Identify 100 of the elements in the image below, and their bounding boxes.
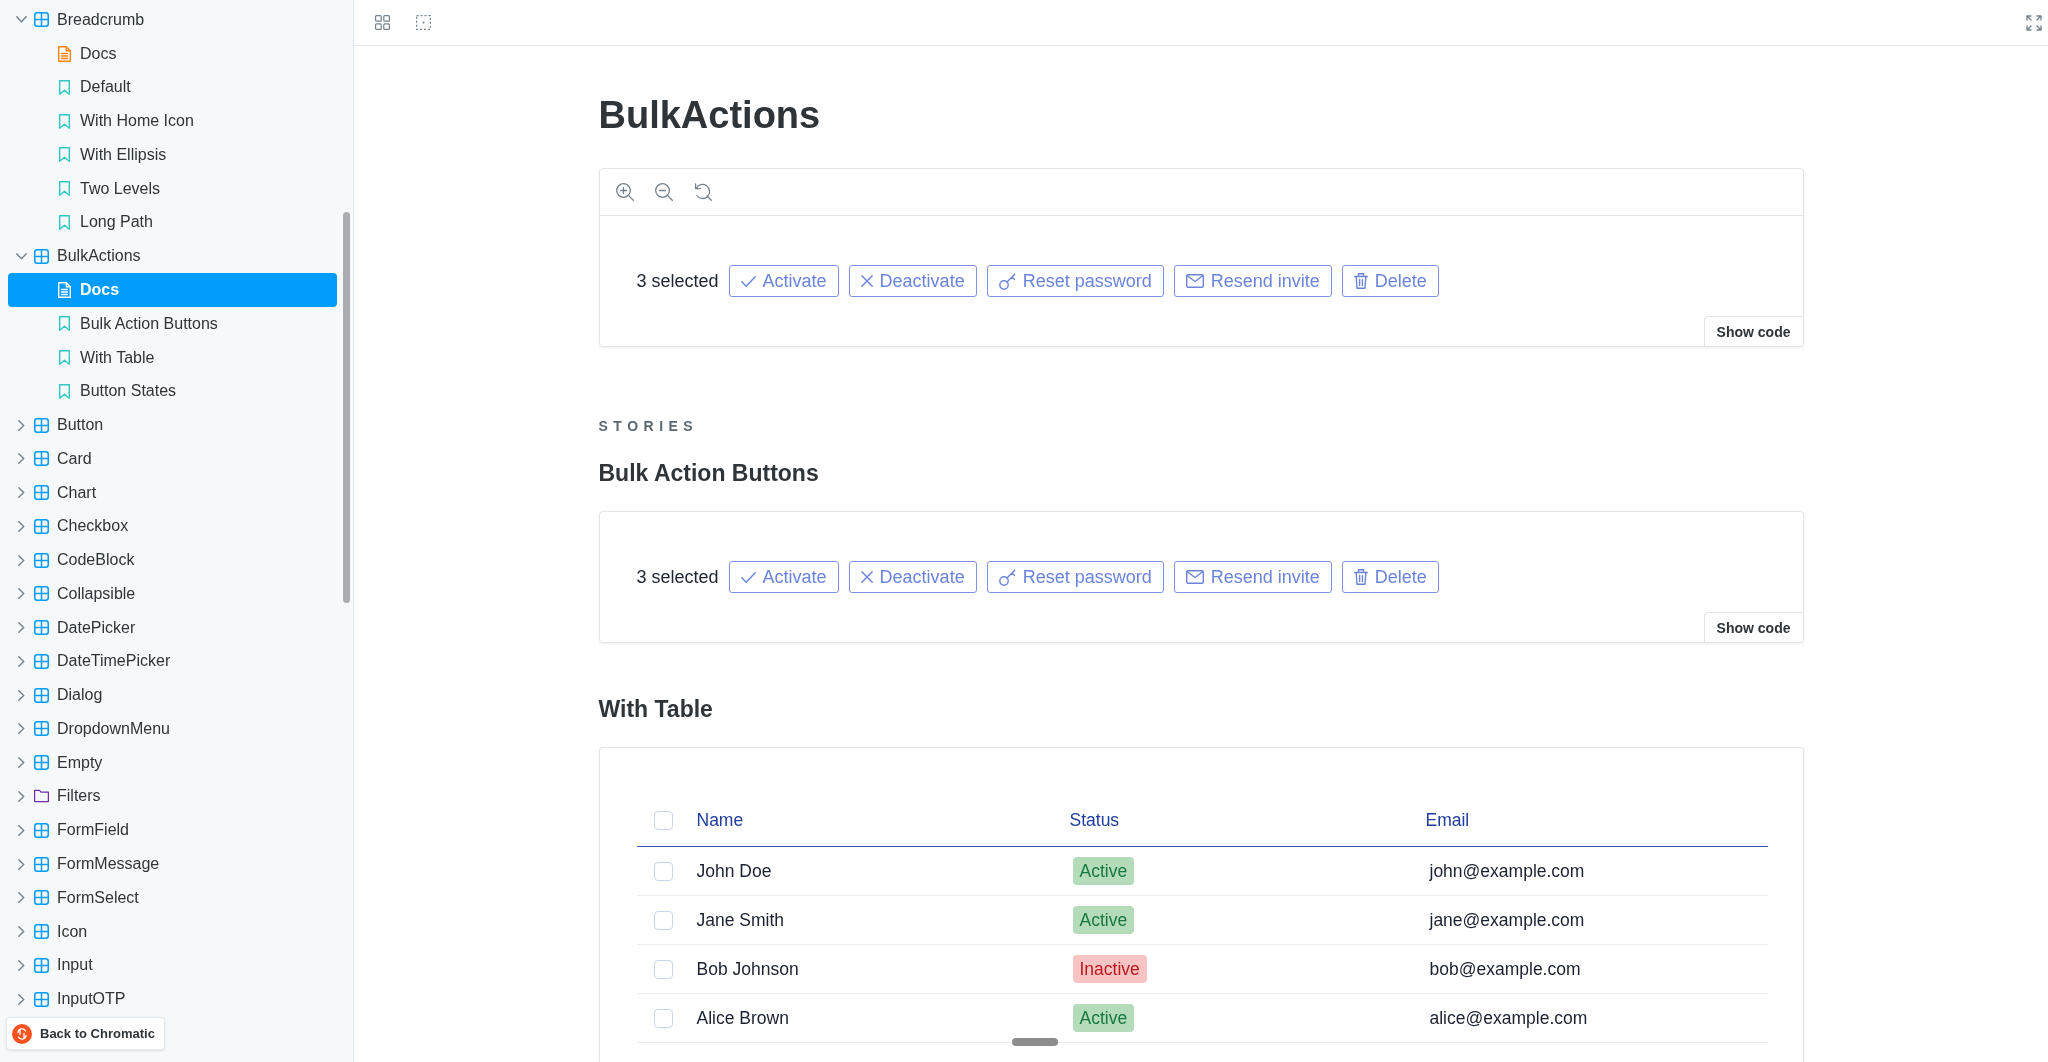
chevron-right-icon[interactable]	[17, 791, 25, 802]
chevron-right-icon[interactable]	[17, 588, 25, 600]
reset-password-button[interactable]: Reset password	[986, 265, 1164, 297]
status-badge: Active	[1072, 857, 1135, 885]
story-title: Bulk Action Buttons	[598, 459, 819, 487]
x-icon	[860, 571, 873, 583]
table-cell: john@example.com	[1429, 860, 1585, 882]
table-cell: bob@example.com	[1429, 958, 1581, 980]
column-header[interactable]: Name	[696, 809, 744, 831]
sidebar-item[interactable]: FormMessage	[8, 847, 337, 881]
sidebar-item[interactable]: With Home Icon	[8, 104, 337, 139]
chevron-right-icon[interactable]	[17, 757, 25, 769]
selection-count: 3 selected	[636, 566, 719, 588]
trash-icon	[1353, 273, 1368, 289]
activate-button[interactable]: Activate	[728, 265, 839, 297]
grid-icon	[34, 451, 49, 467]
checkbox[interactable]	[653, 910, 673, 930]
sidebar-item[interactable]: InputOTP	[8, 982, 337, 1016]
grid-icon	[34, 755, 49, 771]
zoom-in-icon[interactable]	[615, 183, 634, 201]
checkbox[interactable]	[653, 810, 673, 830]
chevron-right-icon[interactable]	[17, 453, 25, 465]
sidebar-item[interactable]: Default	[8, 70, 337, 105]
sidebar-item[interactable]: BulkActions	[8, 239, 337, 274]
chevron-right-icon[interactable]	[17, 993, 25, 1005]
chevron-down-icon[interactable]	[15, 16, 27, 24]
sidebar-item[interactable]: Card	[8, 441, 337, 476]
chevron-right-icon[interactable]	[17, 554, 25, 566]
sidebar-item[interactable]: DatePicker	[8, 610, 337, 645]
status-badge: Active	[1072, 1004, 1135, 1032]
table-cell: alice@example.com	[1429, 1007, 1588, 1029]
chevron-right-icon[interactable]	[17, 723, 25, 735]
chevron-right-icon[interactable]	[17, 926, 25, 938]
chevron-right-icon[interactable]	[17, 824, 25, 836]
grid-icon[interactable]	[375, 15, 390, 30]
chevron-right-icon[interactable]	[17, 959, 25, 971]
sidebar-item[interactable]: With Table	[8, 340, 337, 375]
sidebar-item[interactable]: Docs	[8, 36, 337, 71]
table-cell: John Doe	[696, 860, 772, 882]
sidebar-item[interactable]: Long Path	[8, 205, 337, 240]
chevron-right-icon[interactable]	[17, 622, 25, 634]
sidebar-item[interactable]: Chart	[8, 475, 337, 510]
sidebar-item[interactable]: Checkbox	[8, 509, 337, 544]
delete-button[interactable]: Delete	[1341, 265, 1439, 297]
sidebar-item[interactable]: Input	[8, 948, 337, 983]
chevron-right-icon[interactable]	[17, 858, 25, 870]
bookmark-icon	[59, 113, 70, 129]
column-header[interactable]: Status	[1069, 809, 1120, 831]
reset-icon[interactable]	[693, 183, 712, 201]
sidebar-item[interactable]: FormSelect	[8, 880, 337, 915]
chevron-right-icon[interactable]	[17, 520, 25, 532]
checkbox[interactable]	[653, 959, 673, 979]
fullscreen-icon[interactable]	[2026, 14, 2042, 31]
scrollbar[interactable]	[343, 212, 350, 603]
sidebar-item[interactable]: Breadcrumb	[8, 3, 337, 37]
chevron-right-icon[interactable]	[17, 689, 25, 701]
show-code-button[interactable]: Show code	[1703, 316, 1803, 346]
dashed-square-icon[interactable]	[416, 15, 431, 30]
page-title: BulkActions	[598, 93, 822, 138]
show-code-button[interactable]: Show code	[1703, 612, 1803, 642]
chevron-right-icon[interactable]	[17, 892, 25, 904]
grid-icon	[34, 552, 49, 568]
chevron-right-icon[interactable]	[17, 655, 25, 667]
sidebar-item[interactable]: CodeBlock	[8, 543, 337, 577]
envelope-icon	[1185, 570, 1204, 584]
resend-invite-button[interactable]: Resend invite	[1173, 561, 1332, 593]
deactivate-button[interactable]: Deactivate	[848, 561, 977, 593]
chevron-right-icon[interactable]	[17, 487, 25, 499]
sidebar-item[interactable]: Empty	[8, 745, 337, 780]
zoom-out-icon[interactable]	[654, 183, 673, 201]
logo-icon	[12, 1023, 32, 1044]
sidebar-item[interactable]: Filters	[8, 779, 337, 814]
grid-icon	[34, 417, 49, 433]
deactivate-button[interactable]: Deactivate	[848, 265, 977, 297]
sidebar-item[interactable]: With Ellipsis	[8, 138, 337, 172]
drag-handle-icon[interactable]	[1012, 1038, 1058, 1046]
sidebar-item[interactable]: Button States	[8, 374, 337, 409]
bookmark-icon	[59, 350, 70, 366]
sidebar-item[interactable]: Two Levels	[8, 171, 337, 206]
resend-invite-button[interactable]: Resend invite	[1173, 265, 1332, 297]
checkbox[interactable]	[653, 861, 673, 881]
bookmark-icon	[59, 316, 70, 332]
sidebar-item[interactable]: Button	[8, 408, 337, 442]
sidebar-item[interactable]: Icon	[8, 914, 337, 949]
chevron-right-icon[interactable]	[17, 419, 25, 431]
chevron-down-icon[interactable]	[15, 252, 27, 260]
grid-icon	[34, 822, 49, 838]
sidebar-item[interactable]: Collapsible	[8, 577, 337, 611]
sidebar-item[interactable]: Bulk Action Buttons	[8, 306, 337, 341]
checkbox[interactable]	[653, 1008, 673, 1028]
sidebar-item[interactable]: Dialog	[8, 678, 337, 713]
sidebar-item[interactable]: DateTimePicker	[8, 644, 337, 679]
check-icon	[740, 571, 756, 583]
column-header[interactable]: Email	[1425, 809, 1470, 831]
delete-button[interactable]: Delete	[1341, 561, 1439, 593]
reset-password-button[interactable]: Reset password	[986, 561, 1164, 593]
sidebar-item[interactable]: DropdownMenu	[8, 712, 337, 746]
sidebar-item[interactable]: FormField	[8, 813, 337, 848]
activate-button[interactable]: Activate	[728, 561, 839, 593]
back-button[interactable]: Back to Chromatic	[6, 1017, 165, 1050]
